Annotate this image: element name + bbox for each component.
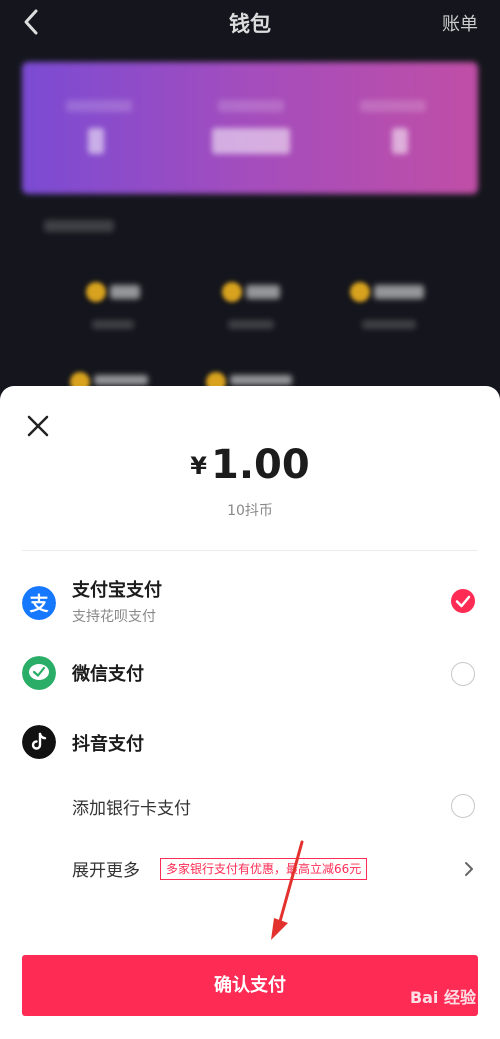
- chevron-right-icon[interactable]: [462, 860, 476, 878]
- bill-link[interactable]: 账单: [442, 10, 478, 36]
- payment-option-wechat[interactable]: 微信支付: [0, 650, 500, 698]
- annotation-arrow-icon: [271, 840, 304, 940]
- payment-option-subtitle: 支持花呗支付: [72, 609, 156, 625]
- watermark: Bai 经验: [409, 988, 476, 1007]
- amount-value: 1.00: [211, 442, 310, 488]
- payment-option-name: 微信支付: [72, 664, 144, 685]
- radio-selected[interactable]: [451, 589, 475, 613]
- payment-option-douyin[interactable]: 抖音支付: [0, 720, 500, 766]
- alipay-icon: 支: [22, 586, 56, 620]
- payment-option-name: 支付宝支付: [72, 580, 162, 601]
- top-bar: 钱包 账单: [0, 0, 500, 44]
- payment-option-alipay[interactable]: 支 支付宝支付 支持花呗支付: [0, 570, 500, 630]
- expand-more-label: 展开更多: [72, 861, 140, 881]
- wechat-pay-icon: [22, 656, 56, 690]
- add-bank-card-label: 添加银行卡支付: [72, 799, 191, 819]
- divider: [22, 550, 478, 551]
- payment-option-name: 抖音支付: [72, 734, 144, 755]
- coins-label: 10抖币: [227, 503, 273, 519]
- add-bank-card-option[interactable]: 添加银行卡支付: [0, 790, 500, 824]
- radio-unselected[interactable]: [451, 794, 475, 818]
- checkmark-icon: [455, 595, 471, 608]
- radio-unselected[interactable]: [451, 662, 475, 686]
- svg-text:支: 支: [28, 593, 49, 615]
- close-icon[interactable]: [26, 414, 50, 438]
- page-title: 钱包: [229, 12, 271, 36]
- payment-amount: ¥1.00: [0, 442, 500, 488]
- douyin-pay-icon: [22, 725, 56, 759]
- currency-symbol: ¥: [190, 452, 207, 480]
